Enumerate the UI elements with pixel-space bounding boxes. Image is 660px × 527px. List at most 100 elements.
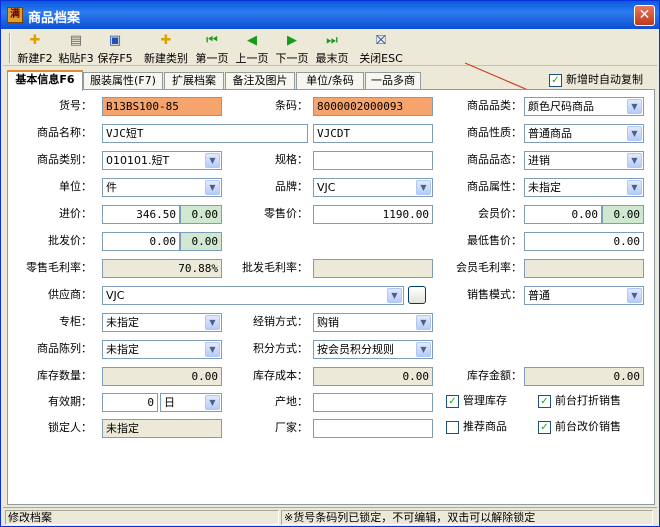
price-change-checkbox[interactable]: ✓ 前台改价销售 bbox=[538, 420, 621, 436]
counter-value: 未指定 bbox=[106, 316, 139, 329]
validity-label: 有效期： bbox=[48, 395, 92, 408]
save-icon: ▣ bbox=[108, 33, 122, 48]
chevron-down-icon[interactable]: ▼ bbox=[205, 395, 220, 410]
supplier-browse-button[interactable] bbox=[408, 286, 426, 304]
save-button[interactable]: ▣ 保存F5 bbox=[97, 31, 133, 65]
chevron-down-icon[interactable]: ▼ bbox=[627, 288, 642, 303]
tab-multi-vendor[interactable]: 一品多商 bbox=[365, 72, 421, 90]
product-class-label: 商品品类： bbox=[467, 99, 522, 112]
chevron-down-icon[interactable]: ▼ bbox=[416, 180, 431, 195]
discount-sale-label: 前台打折销售 bbox=[555, 394, 621, 407]
sales-mode-value: 普通 bbox=[528, 289, 550, 302]
locker-value: 未指定 bbox=[102, 419, 222, 438]
validity-unit-select[interactable]: 日 ▼ bbox=[160, 393, 222, 412]
product-name-input[interactable]: VJC短T bbox=[102, 124, 308, 143]
close-esc-button[interactable]: ⛝ 关闭ESC bbox=[359, 31, 403, 65]
manage-stock-label: 管理库存 bbox=[463, 394, 507, 407]
tab-apparel-attrs[interactable]: 服装属性(F7) bbox=[83, 72, 163, 90]
tab-basic-info[interactable]: 基本信息F6 bbox=[7, 70, 83, 91]
chevron-down-icon[interactable]: ▼ bbox=[387, 288, 402, 303]
unit-select[interactable]: 件 ▼ bbox=[102, 178, 222, 197]
stock-cost-label: 库存成本： bbox=[253, 369, 308, 382]
wholesale-price-label: 批发价： bbox=[48, 234, 92, 247]
validity-unit-value: 日 bbox=[164, 396, 175, 409]
last-page-button[interactable]: ⏭ 最末页 bbox=[313, 31, 351, 65]
dealing-mode-select[interactable]: 购销 ▼ bbox=[313, 313, 433, 332]
manufacturer-input[interactable] bbox=[313, 419, 433, 438]
tab-extended[interactable]: 扩展档案 bbox=[164, 72, 224, 90]
product-nature-select[interactable]: 普通商品 ▼ bbox=[524, 124, 644, 143]
stock-amount-label: 库存金额： bbox=[467, 369, 522, 382]
wholesale-margin-label: 批发毛利率： bbox=[242, 261, 308, 274]
manage-stock-checkbox[interactable]: ✓ 管理库存 bbox=[446, 394, 507, 410]
close-window-button[interactable]: ✕ bbox=[634, 5, 655, 26]
member-price-input[interactable]: 0.00 bbox=[524, 205, 602, 224]
wholesale-price-input[interactable]: 0.00 bbox=[102, 232, 180, 251]
member-margin-value bbox=[524, 259, 644, 278]
next-page-button[interactable]: ▶ 下一页 bbox=[273, 31, 311, 65]
new-button[interactable]: ✚ 新建F2 bbox=[15, 31, 55, 65]
item-no-input[interactable]: B13BS100-85 bbox=[102, 97, 222, 116]
locker-label: 锁定人： bbox=[48, 421, 92, 434]
new-category-button[interactable]: ✚ 新建类别 bbox=[143, 31, 189, 65]
retail-margin-value: 70.88% bbox=[102, 259, 222, 278]
spec-input[interactable] bbox=[313, 151, 433, 170]
chevron-down-icon[interactable]: ▼ bbox=[627, 126, 642, 141]
sales-mode-select[interactable]: 普通 ▼ bbox=[524, 286, 644, 305]
spec-label: 规格： bbox=[275, 153, 308, 166]
counter-label: 专柜： bbox=[59, 315, 92, 328]
recommend-label: 推荐商品 bbox=[463, 420, 507, 433]
supplier-label: 供应商： bbox=[48, 288, 92, 301]
exit-door-icon: ⛝ bbox=[376, 33, 386, 48]
tab-notes-images[interactable]: 备注及图片 bbox=[225, 72, 295, 90]
first-page-button[interactable]: ⏮ 第一页 bbox=[193, 31, 231, 65]
product-class-select[interactable]: 颜色尺码商品 ▼ bbox=[524, 97, 644, 116]
status-mode: 修改档案 bbox=[5, 510, 279, 525]
paste-button[interactable]: ▤ 粘贴F3 bbox=[57, 31, 95, 65]
unit-value: 件 bbox=[106, 181, 117, 194]
save-label: 保存F5 bbox=[97, 52, 133, 65]
close-esc-label: 关闭ESC bbox=[359, 52, 403, 65]
auto-copy-checkbox[interactable]: ✓ 新增时自动复制 bbox=[549, 71, 643, 87]
app-icon: 满 bbox=[7, 7, 23, 23]
chevron-down-icon[interactable]: ▼ bbox=[627, 180, 642, 195]
chevron-down-icon[interactable]: ▼ bbox=[416, 342, 431, 357]
product-pinyin-input[interactable]: VJCDT bbox=[313, 124, 433, 143]
brand-select[interactable]: VJC ▼ bbox=[313, 178, 433, 197]
chevron-down-icon[interactable]: ▼ bbox=[205, 180, 220, 195]
validity-input[interactable]: 0 bbox=[102, 393, 158, 412]
chevron-down-icon[interactable]: ▼ bbox=[205, 153, 220, 168]
last-page-icon: ⏭ bbox=[326, 33, 338, 48]
counter-select[interactable]: 未指定 ▼ bbox=[102, 313, 222, 332]
new-label: 新建F2 bbox=[17, 52, 53, 65]
chevron-down-icon[interactable]: ▼ bbox=[416, 315, 431, 330]
category-select[interactable]: 010101.短T ▼ bbox=[102, 151, 222, 170]
min-price-input[interactable]: 0.00 bbox=[524, 232, 644, 251]
recommend-checkbox[interactable]: 推荐商品 bbox=[446, 420, 507, 436]
barcode-input[interactable]: 8000002000093 bbox=[313, 97, 433, 116]
product-state-select[interactable]: 进销 ▼ bbox=[524, 151, 644, 170]
category-value: 010101.短T bbox=[106, 154, 170, 167]
discount-sale-checkbox[interactable]: ✓ 前台打折销售 bbox=[538, 394, 621, 410]
first-page-icon: ⏮ bbox=[206, 33, 218, 48]
new-category-icon: ✚ bbox=[160, 33, 172, 48]
display-select[interactable]: 未指定 ▼ bbox=[102, 340, 222, 359]
points-mode-value: 按会员积分规则 bbox=[317, 343, 394, 356]
chevron-down-icon[interactable]: ▼ bbox=[627, 99, 642, 114]
tab-unit-barcode[interactable]: 单位/条码 bbox=[296, 72, 364, 90]
chevron-down-icon[interactable]: ▼ bbox=[205, 315, 220, 330]
stock-amount-value: 0.00 bbox=[524, 367, 644, 386]
display-label: 商品陈列： bbox=[37, 342, 92, 355]
retail-price-input[interactable]: 1190.00 bbox=[313, 205, 433, 224]
chevron-down-icon[interactable]: ▼ bbox=[627, 153, 642, 168]
wholesale-margin-value bbox=[313, 259, 433, 278]
origin-input[interactable] bbox=[313, 393, 433, 412]
prev-page-button[interactable]: ◀ 上一页 bbox=[233, 31, 271, 65]
chevron-down-icon[interactable]: ▼ bbox=[205, 342, 220, 357]
supplier-select[interactable]: VJC ▼ bbox=[102, 286, 404, 305]
product-class-value: 颜色尺码商品 bbox=[528, 100, 594, 113]
auto-copy-check-icon: ✓ bbox=[549, 73, 562, 87]
points-mode-select[interactable]: 按会员积分规则 ▼ bbox=[313, 340, 433, 359]
product-attr-select[interactable]: 未指定 ▼ bbox=[524, 178, 644, 197]
cost-price-input[interactable]: 346.50 bbox=[102, 205, 180, 224]
